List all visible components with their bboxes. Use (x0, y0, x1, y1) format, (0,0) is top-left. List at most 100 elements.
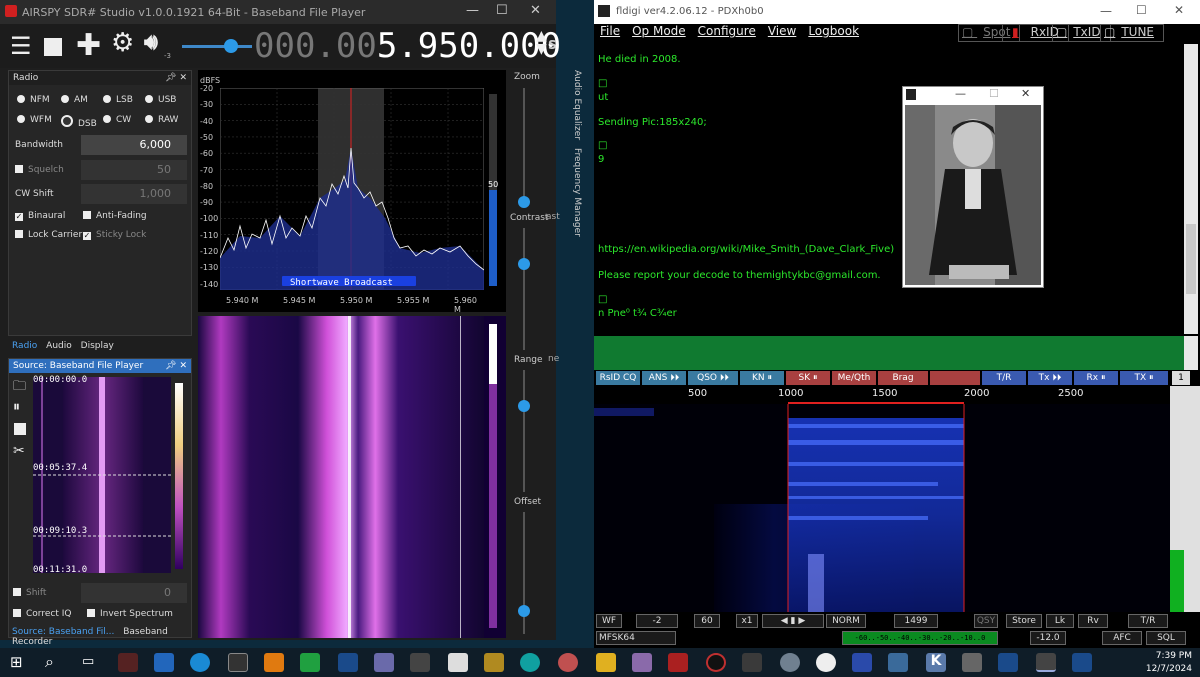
macro-button[interactable]: T/R (982, 371, 1026, 385)
mode-raw[interactable]: RAW (145, 115, 178, 125)
tab-frequency-manager[interactable]: Frequency Manager (572, 148, 582, 237)
macro-page-button[interactable]: 1 (1172, 371, 1190, 385)
fldigi-taskbar-icon[interactable] (1036, 653, 1056, 672)
sticky-lock-checkbox[interactable]: Sticky Lock (83, 230, 146, 240)
taskbar-app-icon[interactable] (1072, 653, 1092, 672)
mode-wfm[interactable]: WFM (17, 115, 52, 125)
pause-icon[interactable]: ⏸ (13, 399, 20, 415)
lock-button[interactable]: Lk (1046, 614, 1074, 628)
taskbar-app-icon[interactable] (668, 653, 688, 672)
tab-audio-equalizer[interactable]: Audio Equalizer (572, 70, 582, 140)
stop-icon[interactable] (44, 38, 62, 56)
zoom-x1-button[interactable]: x1 (736, 614, 758, 628)
wf-range-input[interactable]: 60 (694, 614, 720, 628)
minimize-icon[interactable]: — (1100, 4, 1112, 18)
menu-logbook[interactable]: Logbook (808, 24, 859, 38)
scissors-icon[interactable]: ✂ (13, 443, 25, 459)
menu-file[interactable]: File (600, 24, 620, 38)
search-icon[interactable]: ⌕ (45, 652, 54, 672)
taskbar-app-icon[interactable] (742, 653, 762, 672)
bandwidth-input[interactable]: 6,000 (81, 135, 187, 155)
close-icon[interactable]: ✕ (1021, 87, 1030, 100)
macro-button[interactable]: Me/Qth (832, 371, 876, 385)
taskbar-app-icon[interactable] (816, 653, 836, 672)
menu-icon[interactable]: ☰ (10, 32, 32, 60)
zoom-slider-thumb[interactable] (518, 196, 530, 208)
volume-slider-track[interactable] (182, 45, 252, 48)
tab-audio[interactable]: Audio (46, 341, 72, 351)
cw-shift-input[interactable]: 1,000 (81, 184, 187, 204)
wf-lo-input[interactable]: -2 (636, 614, 678, 628)
system-clock[interactable]: 7:39 PM 12/7/2024 (1146, 650, 1192, 676)
shift-checkbox[interactable]: Shift (13, 588, 46, 598)
maximize-icon[interactable]: ☐ (496, 3, 508, 18)
taskbar-app-icon[interactable] (962, 653, 982, 672)
correct-iq-checkbox[interactable]: Correct IQ (13, 609, 71, 619)
rx-scrollbar[interactable] (1184, 44, 1198, 334)
taskbar-app-icon[interactable] (706, 653, 726, 672)
macro-button[interactable]: TX ⏸ (1120, 371, 1168, 385)
range-slider-track[interactable] (523, 370, 525, 492)
squelch-level-input[interactable]: -12.0 (1030, 631, 1066, 645)
taskbar-app-icon[interactable] (448, 653, 468, 672)
afc-toggle[interactable]: AFC (1102, 631, 1142, 645)
taskbar-app-icon[interactable] (998, 653, 1018, 672)
anti-fading-checkbox[interactable]: Anti-Fading (83, 211, 147, 221)
waterfall-frequency-scale[interactable]: 500 1000 1500 2000 2500 (594, 386, 1170, 405)
taskbar-app-icon[interactable] (632, 653, 652, 672)
menu-view[interactable]: View (768, 24, 796, 38)
taskbar-app-icon[interactable] (410, 653, 430, 672)
macro-button[interactable]: Brag (878, 371, 928, 385)
wf-mode-button[interactable]: WF (596, 614, 622, 628)
freq-step-arrows-icon[interactable]: ▲ ▼ (536, 29, 547, 56)
sql-toggle[interactable]: SQL (1146, 631, 1186, 645)
mode-am[interactable]: AM (61, 95, 88, 105)
mode-cw[interactable]: CW (103, 115, 131, 125)
frequency-display[interactable]: 000.005.950.000 (254, 26, 561, 66)
menu-configure[interactable]: Configure (698, 24, 756, 38)
taskbar-app-icon[interactable] (484, 653, 504, 672)
wf-pause-controls[interactable]: ◀ ▮ ▶ (762, 614, 824, 628)
mode-status[interactable]: MFSK64 (596, 631, 676, 645)
contrast-slider-thumb[interactable] (518, 258, 530, 270)
signal-level-scrollbar[interactable] (1170, 386, 1200, 612)
transmit-text-pane[interactable] (594, 336, 1184, 370)
level-bar-track[interactable] (489, 94, 497, 286)
macro-button[interactable]: Rx ⏸ (1074, 371, 1118, 385)
receive-text-pane[interactable]: He died in 2008. □ ut Sending Pic:185x24… (594, 44, 1184, 334)
zoom-slider-track[interactable] (523, 88, 525, 206)
maximize-icon[interactable]: ☐ (989, 87, 999, 100)
mode-lsb[interactable]: LSB (103, 95, 133, 105)
taskbar-app-icon[interactable]: K (926, 653, 946, 672)
spectrum-analyzer[interactable]: dBFS -20 -30 -40 -50 -60 -70 -80 -90 -100 -110 -12… (198, 70, 506, 314)
tune-toggle[interactable]: ▢ TUNE (1100, 24, 1165, 42)
carrier-frequency-input[interactable]: 1499 (894, 614, 938, 628)
macro-button[interactable] (930, 371, 980, 385)
terminal-icon[interactable] (228, 653, 248, 672)
taskbar-app-icon[interactable] (520, 653, 540, 672)
taskbar-app-icon[interactable] (300, 653, 320, 672)
minimize-icon[interactable]: — (955, 87, 966, 100)
sdr-waterfall[interactable] (198, 316, 506, 638)
close-icon[interactable]: ✕ (1174, 3, 1184, 17)
add-icon[interactable]: ✚ (76, 28, 101, 63)
maximize-icon[interactable]: ☐ (1136, 3, 1147, 17)
file-waterfall[interactable] (33, 377, 171, 573)
invert-spectrum-checkbox[interactable]: Invert Spectrum (87, 609, 173, 619)
rx-scrollbar-thumb[interactable] (1186, 224, 1196, 294)
picture-window[interactable]: — ☐ ✕ (902, 86, 1044, 288)
range-slider-thumb[interactable] (518, 400, 530, 412)
taskbar-app-icon[interactable] (264, 653, 284, 672)
mode-nfm[interactable]: NFM (17, 95, 50, 105)
tr-button[interactable]: T/R (1128, 614, 1168, 628)
taskbar-app-icon[interactable] (118, 653, 138, 672)
store-button[interactable]: Store (1006, 614, 1042, 628)
windows-start-icon[interactable]: ⊞ (10, 653, 23, 671)
taskbar-app-icon[interactable] (338, 653, 358, 672)
spectrum-plot[interactable] (220, 88, 484, 290)
macro-button[interactable]: QSO ⏵⏵ (688, 371, 738, 385)
taskbar-app-icon[interactable] (374, 653, 394, 672)
macro-button[interactable]: RsID CQ (596, 371, 640, 385)
reverse-button[interactable]: Rv (1078, 614, 1108, 628)
mode-dsb[interactable]: DSB (61, 115, 97, 129)
